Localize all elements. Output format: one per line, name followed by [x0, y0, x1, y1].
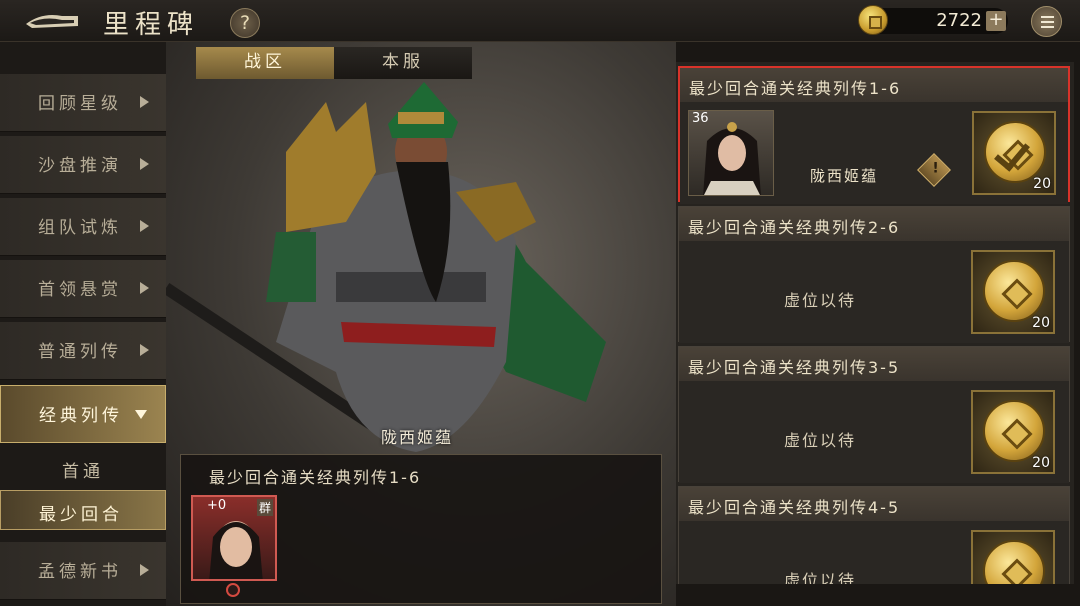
holder-name: 陇西姬蕴 [810, 167, 879, 185]
coin-icon [983, 260, 1045, 322]
record-hero-card[interactable]: +0 群 [191, 495, 277, 581]
entry-status: 虚位以待 [783, 291, 856, 310]
entry-body: 36 陇西姬蕴 ! 20 [680, 102, 1068, 204]
help-button[interactable]: ? [230, 8, 260, 38]
coin-icon [858, 5, 888, 35]
page-title: 里程碑 [103, 10, 200, 40]
faction-badge: 群 [256, 499, 273, 516]
sidebar-item-label: 首领悬赏 [38, 280, 122, 300]
sidebar: 回顾星级 沙盘推演 组队试炼 首领悬赏 普通列传 经典列传 首通 最少回合 孟德… [0, 42, 166, 606]
sidebar-item-sandbox[interactable]: 沙盘推演 [0, 136, 166, 194]
reward-count: 20 [1033, 176, 1051, 192]
entry-title: 最少回合通关经典列传2-6 [688, 218, 901, 237]
currency-amount: 2722 [936, 10, 982, 31]
hero-name: 陇西姬蕴 [381, 428, 454, 447]
arrow-right-icon [140, 96, 149, 108]
coin-icon [983, 540, 1045, 584]
sidebar-subitem-min-rounds[interactable]: 最少回合 [0, 490, 166, 530]
currency-display: 2722 + [858, 5, 1008, 35]
list-item[interactable]: 最少回合通关经典列传4-5 虚位以待 20 [678, 486, 1070, 584]
my-record-panel: 最少回合通关经典列传1-6 +0 群 [180, 454, 662, 604]
top-bar: 里程碑 ? 2722 + [0, 0, 1080, 42]
arrow-right-icon [140, 344, 149, 356]
sidebar-subitem-first-clear[interactable]: 首通 [0, 448, 166, 488]
sidebar-item-label: 经典列传 [39, 406, 123, 426]
milestone-list[interactable]: 最少回合通关经典列传1-6 36 陇西姬蕴 ! 20 最少回合通关经典列传2-6… [676, 62, 1074, 584]
sidebar-item-normal-biography[interactable]: 普通列传 [0, 322, 166, 380]
reward-slot[interactable]: 20 [971, 250, 1055, 334]
menu-list-icon[interactable] [1031, 6, 1062, 37]
sidebar-item-mengde-book[interactable]: 孟德新书 [0, 542, 166, 600]
sidebar-item-team-trial[interactable]: 组队试炼 [0, 198, 166, 256]
list-item[interactable]: 最少回合通关经典列传2-6 虚位以待 20 [678, 206, 1070, 343]
sidebar-item-classic-biography[interactable]: 经典列传 [0, 385, 166, 443]
entry-header: 最少回合通关经典列传3-5 [679, 347, 1069, 381]
sidebar-item-review-stars[interactable]: 回顾星级 [0, 74, 166, 132]
entry-title: 最少回合通关经典列传3-5 [688, 358, 901, 377]
tab-this-server[interactable]: 本服 [334, 47, 472, 79]
coin-icon [983, 400, 1045, 462]
holder-portrait[interactable]: 36 [688, 110, 774, 196]
sidebar-item-label: 沙盘推演 [38, 156, 122, 176]
arrow-right-icon [140, 220, 149, 232]
entry-body: 虚位以待 20 [679, 521, 1069, 584]
record-hero-level: +0 [207, 498, 227, 513]
reward-count: 20 [1032, 455, 1050, 471]
sidebar-item-boss-bounty[interactable]: 首领悬赏 [0, 260, 166, 318]
sidebar-subitem-label: 首通 [62, 462, 104, 482]
sidebar-item-label: 孟德新书 [38, 562, 122, 582]
arrow-right-icon [140, 564, 149, 576]
hero-illustration [166, 82, 606, 452]
coin-claimed-icon [984, 121, 1046, 183]
info-icon[interactable]: ! [917, 153, 951, 187]
sidebar-item-label: 普通列传 [38, 342, 122, 362]
reward-count: 20 [1032, 315, 1050, 331]
back-arrow-icon[interactable] [22, 8, 80, 34]
entry-title: 最少回合通关经典列传4-5 [688, 498, 901, 517]
add-currency-button[interactable]: + [986, 11, 1006, 31]
entry-header: 最少回合通关经典列传1-6 [680, 68, 1068, 102]
sidebar-item-label: 回顾星级 [38, 94, 122, 114]
arrow-right-icon [140, 282, 149, 294]
entry-title: 最少回合通关经典列传1-6 [689, 79, 902, 98]
tab-war-zone[interactable]: 战区 [196, 47, 334, 79]
reward-slot[interactable]: 20 [971, 390, 1055, 474]
entry-status: 虚位以待 [783, 571, 856, 584]
holder-level: 36 [692, 111, 709, 126]
entry-status: 虚位以待 [783, 431, 856, 450]
entry-body: 虚位以待 20 [679, 241, 1069, 343]
record-indicator-icon [226, 583, 240, 597]
sidebar-item-label: 组队试炼 [38, 218, 122, 238]
region-tabs: 战区 本服 [196, 47, 474, 79]
reward-slot[interactable]: 20 [972, 111, 1056, 195]
entry-body: 虚位以待 20 [679, 381, 1069, 483]
list-item[interactable]: 最少回合通关经典列传1-6 36 陇西姬蕴 ! 20 [678, 66, 1070, 204]
sidebar-subitem-label: 最少回合 [39, 505, 123, 525]
arrow-down-icon [135, 410, 147, 419]
entry-header: 最少回合通关经典列传2-6 [679, 207, 1069, 241]
entry-header: 最少回合通关经典列传4-5 [679, 487, 1069, 521]
reward-slot[interactable]: 20 [971, 530, 1055, 584]
arrow-right-icon [140, 158, 149, 170]
record-title: 最少回合通关经典列传1-6 [209, 468, 422, 487]
list-item[interactable]: 最少回合通关经典列传3-5 虚位以待 20 [678, 346, 1070, 483]
